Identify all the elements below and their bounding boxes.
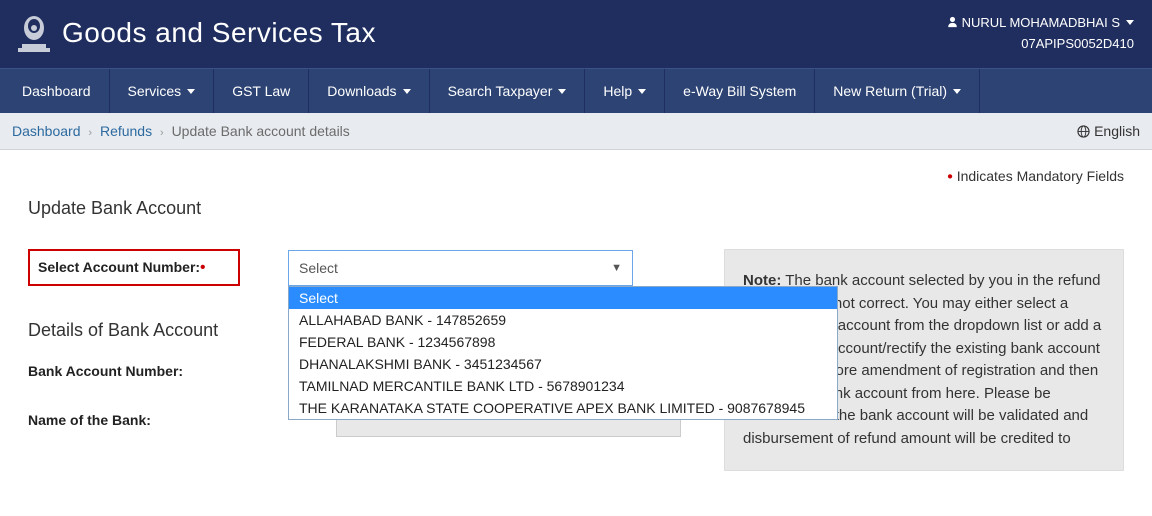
breadcrumb-sep: › — [84, 127, 96, 139]
chevron-down-icon — [558, 89, 566, 94]
user-block: NURUL MOHAMADBHAI S 07APIPS0052D410 — [947, 13, 1134, 54]
nav-eway[interactable]: e-Way Bill System — [665, 69, 814, 113]
mandatory-note: • Indicates Mandatory Fields — [28, 168, 1124, 186]
user-name-line[interactable]: NURUL MOHAMADBHAI S — [947, 13, 1134, 33]
page-title: Update Bank Account — [28, 198, 1124, 219]
user-icon — [947, 16, 958, 28]
form-column: Select Account Number:• Select ▼ Select … — [28, 249, 694, 461]
dropdown-option[interactable]: THE KARANATAKA STATE COOPERATIVE APEX BA… — [289, 397, 837, 419]
dropdown-option[interactable]: TAMILNAD MERCANTILE BANK LTD - 567890123… — [289, 375, 837, 397]
chevron-down-icon — [953, 89, 961, 94]
user-id: 07APIPS0052D410 — [947, 34, 1134, 54]
chevron-down-icon — [403, 89, 411, 94]
main-nav: Dashboard Services GST Law Downloads Sea… — [0, 68, 1152, 113]
nav-gst-law[interactable]: GST Law — [214, 69, 308, 113]
language-label: English — [1094, 123, 1140, 139]
nav-label: Services — [128, 83, 182, 99]
field-select-account: Select Account Number:• Select ▼ Select … — [28, 249, 694, 286]
breadcrumb: Dashboard › Refunds › Update Bank accoun… — [12, 123, 350, 139]
breadcrumb-current: Update Bank account details — [172, 123, 350, 139]
nav-dashboard[interactable]: Dashboard — [4, 69, 109, 113]
chevron-down-icon — [638, 89, 646, 94]
select-account-wrap: Select ▼ Select ALLAHABAD BANK - 1478526… — [288, 250, 633, 286]
nav-new-return[interactable]: New Return (Trial) — [815, 69, 979, 113]
language-selector[interactable]: English — [1077, 123, 1140, 139]
dropdown-option[interactable]: FEDERAL BANK - 1234567898 — [289, 331, 837, 353]
content: • Indicates Mandatory Fields Update Bank… — [0, 150, 1152, 481]
breadcrumb-dashboard[interactable]: Dashboard — [12, 123, 81, 139]
nav-label: Help — [603, 83, 632, 99]
user-name: NURUL MOHAMADBHAI S — [962, 13, 1120, 33]
emblem-icon — [18, 12, 50, 54]
bank-account-number-label: Bank Account Number: — [28, 363, 288, 379]
mandatory-text: Indicates Mandatory Fields — [957, 168, 1124, 184]
mandatory-dot-icon: • — [947, 168, 953, 185]
nav-search-taxpayer[interactable]: Search Taxpayer — [430, 69, 585, 113]
nav-label: e-Way Bill System — [683, 83, 796, 99]
globe-icon — [1077, 125, 1090, 138]
select-account-label: Select Account Number:• — [28, 249, 240, 286]
label-text: Select Account Number: — [38, 259, 200, 275]
sub-bar: Dashboard › Refunds › Update Bank accoun… — [0, 113, 1152, 150]
nav-help[interactable]: Help — [585, 69, 664, 113]
select-account-dropdown[interactable]: Select ▼ — [288, 250, 633, 286]
nav-downloads[interactable]: Downloads — [309, 69, 428, 113]
top-header: Goods and Services Tax NURUL MOHAMADBHAI… — [0, 0, 1152, 68]
dropdown-option[interactable]: DHANALAKSHMI BANK - 3451234567 — [289, 353, 837, 375]
nav-label: GST Law — [232, 83, 290, 99]
nav-label: Downloads — [327, 83, 396, 99]
nav-services[interactable]: Services — [110, 69, 214, 113]
required-icon: • — [200, 259, 205, 276]
brand: Goods and Services Tax — [18, 12, 376, 54]
nav-label: Dashboard — [22, 83, 91, 99]
site-title: Goods and Services Tax — [62, 17, 376, 49]
select-account-options: Select ALLAHABAD BANK - 147852659 FEDERA… — [288, 286, 838, 420]
chevron-down-icon: ▼ — [611, 262, 622, 274]
nav-label: New Return (Trial) — [833, 83, 947, 99]
chevron-down-icon — [187, 89, 195, 94]
nav-label: Search Taxpayer — [448, 83, 553, 99]
dropdown-option[interactable]: Select — [289, 287, 837, 309]
breadcrumb-refunds[interactable]: Refunds — [100, 123, 152, 139]
breadcrumb-sep: › — [156, 127, 168, 139]
chevron-down-icon — [1126, 20, 1134, 25]
dropdown-option[interactable]: ALLAHABAD BANK - 147852659 — [289, 309, 837, 331]
select-value: Select — [299, 260, 338, 276]
name-of-bank-label: Name of the Bank: — [28, 412, 288, 428]
